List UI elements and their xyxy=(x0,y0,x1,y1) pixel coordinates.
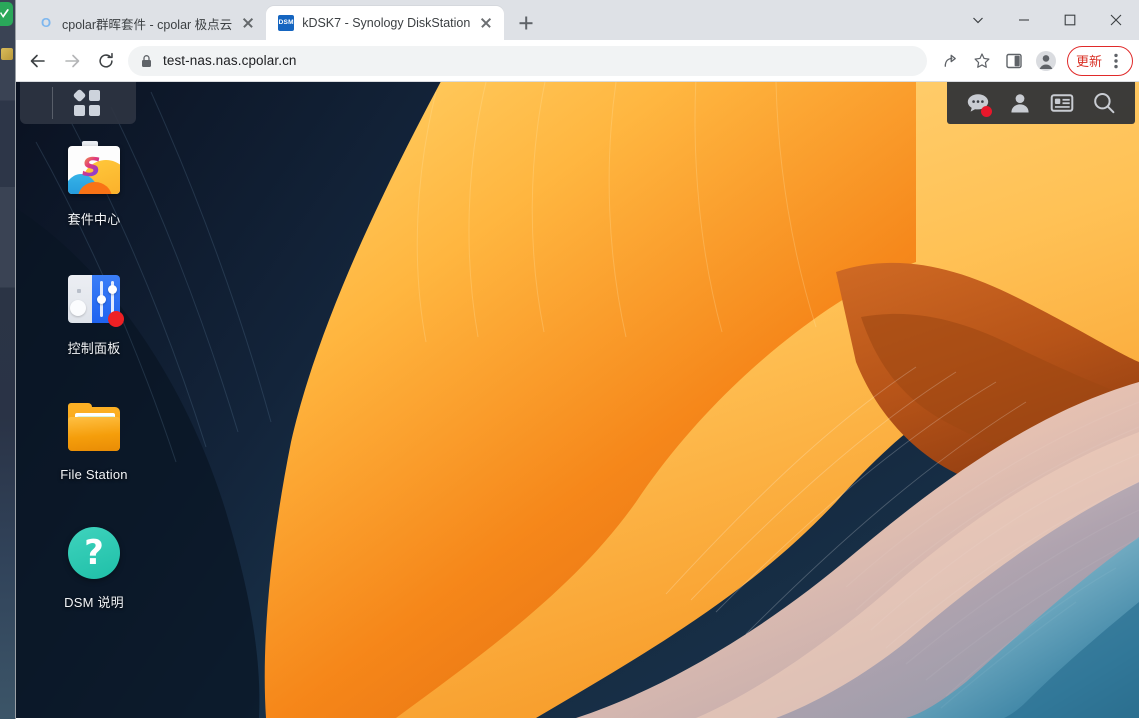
desktop-icon-control-panel[interactable]: 控制面板 xyxy=(42,269,146,357)
tab-cpolar[interactable]: O cpolar群晖套件 - cpolar 极点云 xyxy=(26,6,267,40)
arrow-left-icon xyxy=(30,54,45,67)
background-app-icon xyxy=(1,48,13,60)
back-button[interactable] xyxy=(22,45,54,77)
widget-card-icon xyxy=(1050,94,1074,112)
control-panel-knob xyxy=(70,300,86,316)
question-mark-icon: ? xyxy=(84,533,104,573)
search-icon[interactable] xyxy=(1087,88,1121,118)
package-center-icon: S xyxy=(64,140,124,200)
close-icon xyxy=(1110,14,1122,26)
tab-synology-diskstation[interactable]: DSM kDSK7 - Synology DiskStation xyxy=(266,6,505,40)
control-panel-handle-2 xyxy=(108,285,117,294)
desktop-icon-label: 控制面板 xyxy=(67,341,121,356)
tab-search-button[interactable] xyxy=(955,4,1001,36)
desktop-icon-label: File Station xyxy=(60,467,128,482)
update-button[interactable]: 更新 xyxy=(1076,51,1102,70)
tab-close-icon[interactable] xyxy=(240,15,256,31)
window-controls xyxy=(955,0,1139,40)
chevron-down-icon xyxy=(973,17,983,24)
share-button[interactable] xyxy=(935,46,965,76)
green-check-icon xyxy=(0,2,13,26)
tab-title: cpolar群晖套件 - cpolar 极点云 xyxy=(62,17,233,32)
reload-button[interactable] xyxy=(90,45,122,77)
side-panel-icon xyxy=(1006,53,1022,68)
tab-title: kDSK7 - Synology DiskStation xyxy=(302,16,471,30)
package-s-letter: S xyxy=(82,153,101,183)
grid-square-1 xyxy=(72,88,87,103)
new-tab-button[interactable] xyxy=(512,9,540,37)
notification-badge xyxy=(981,106,992,117)
user-icon[interactable] xyxy=(1003,88,1037,118)
file-station-icon xyxy=(64,398,124,458)
help-circle: ? xyxy=(68,527,120,579)
lock-icon[interactable] xyxy=(140,54,153,68)
dsm-favicon: DSM xyxy=(278,15,295,31)
star-icon xyxy=(974,52,990,68)
minimize-button[interactable] xyxy=(1001,4,1047,36)
reload-icon xyxy=(99,52,113,68)
dsm-help-icon: ? xyxy=(64,523,124,583)
browser-window: O cpolar群晖套件 - cpolar 极点云 DSM kDSK7 - Sy… xyxy=(16,0,1139,719)
magnifier-icon xyxy=(1094,93,1115,114)
side-panel-button[interactable] xyxy=(999,46,1029,76)
desktop-icon-label: 套件中心 xyxy=(67,212,121,227)
grid-icon xyxy=(72,88,100,116)
control-panel-handle-1 xyxy=(97,295,106,304)
tab-strip: O cpolar群晖套件 - cpolar 极点云 DSM kDSK7 - Sy… xyxy=(16,0,1139,40)
close-button[interactable] xyxy=(1093,4,1139,36)
package-box: S xyxy=(68,146,120,194)
control-panel-left-face xyxy=(68,275,92,323)
control-panel-update-badge xyxy=(108,311,124,327)
forward-button[interactable] xyxy=(56,45,88,77)
avatar-icon xyxy=(1035,50,1056,71)
grid-square-2 xyxy=(89,90,100,101)
arrow-right-icon xyxy=(65,54,80,67)
desktop-icon-file-station[interactable]: File Station xyxy=(42,398,146,482)
dsm-desktop: S 套件中心 控制面板 File Station ? DSM 说明 xyxy=(16,82,1139,718)
desktop-icon-label: DSM 说明 xyxy=(64,595,124,610)
browser-menu-button[interactable] xyxy=(1104,48,1128,74)
wallpaper-antelope-canyon xyxy=(16,82,1139,718)
address-bar[interactable]: test-nas.nas.cpolar.cn xyxy=(128,45,927,76)
underlying-desktop-sliver xyxy=(0,0,16,719)
grid-square-3 xyxy=(74,105,85,116)
share-icon xyxy=(944,54,956,67)
control-panel-dot xyxy=(77,289,81,293)
maximize-button[interactable] xyxy=(1047,4,1093,36)
dsm-taskbar xyxy=(947,82,1135,124)
widgets-icon[interactable] xyxy=(1045,88,1079,118)
desktop-icon-package-center[interactable]: S 套件中心 xyxy=(42,140,146,228)
browser-toolbar: test-nas.nas.cpolar.cn 更新 xyxy=(16,40,1139,82)
desktop-icon-dsm-help[interactable]: ? DSM 说明 xyxy=(42,523,146,611)
tab-close-icon[interactable] xyxy=(478,15,494,31)
bookmark-button[interactable] xyxy=(967,46,997,76)
cpolar-favicon: O xyxy=(40,15,52,30)
square-icon xyxy=(1064,14,1076,26)
profile-button[interactable] xyxy=(1031,46,1061,76)
menu-divider xyxy=(52,87,53,119)
grid-square-4 xyxy=(89,105,100,116)
control-panel-icon xyxy=(64,269,124,329)
notifications-icon[interactable] xyxy=(961,88,995,118)
url-text: test-nas.nas.cpolar.cn xyxy=(163,53,297,68)
person-icon xyxy=(1011,94,1029,113)
update-menu-group: 更新 xyxy=(1066,45,1133,76)
desktop-icon-list: S 套件中心 控制面板 File Station ? DSM 说明 xyxy=(42,140,146,611)
three-dots-icon xyxy=(1114,53,1118,68)
folder-front xyxy=(68,417,120,451)
minus-icon xyxy=(1019,19,1029,21)
dsm-main-menu-button[interactable] xyxy=(20,82,136,124)
